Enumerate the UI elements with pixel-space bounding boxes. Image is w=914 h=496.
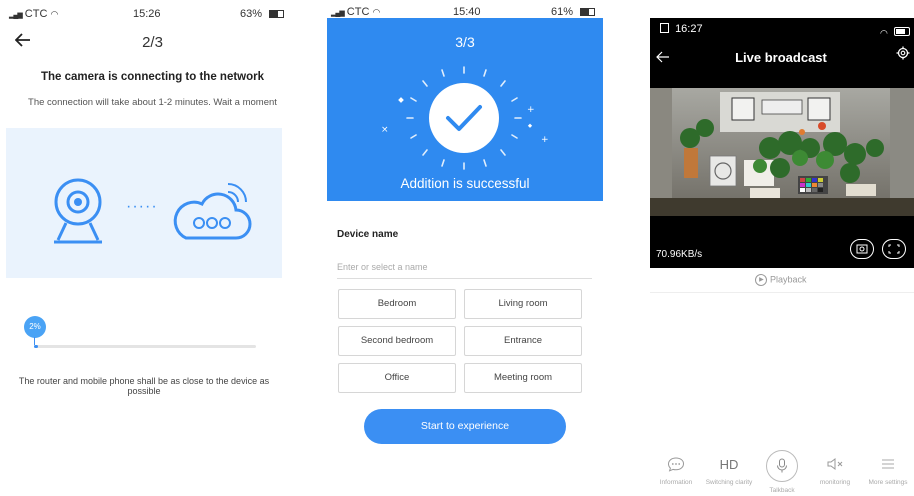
- status-icons: ◠: [880, 23, 911, 41]
- status-carrier: ▂▄▆ CTC ◠: [9, 8, 58, 20]
- connecting-screen: ▂▄▆ CTC ◠ 15:26 63% 2/3 The camera is co…: [0, 0, 305, 496]
- room-option-living-room[interactable]: Living room: [464, 289, 582, 319]
- cloud-icon: [173, 183, 252, 240]
- battery-label: 63%: [240, 8, 263, 20]
- status-carrier: ▂▄▆ CTC ◠: [331, 6, 380, 18]
- start-experience-button[interactable]: Start to experience: [364, 409, 566, 444]
- talkback-label: Talkback: [769, 487, 795, 494]
- expand-icon: [888, 244, 900, 254]
- playback-label: Playback: [769, 274, 807, 285]
- wifi-icon: ◠: [880, 28, 888, 38]
- status-bar: ▂▄▆ CTC ◠ 15:40 61%: [327, 0, 603, 18]
- chat-icon: [650, 452, 702, 476]
- video-feed[interactable]: [650, 88, 914, 216]
- screenshot-button[interactable]: [850, 239, 874, 259]
- divider: [650, 292, 914, 293]
- page-heading: The camera is connecting to the network: [40, 71, 265, 83]
- monitoring-label: monitoring: [819, 479, 851, 486]
- clarity-button[interactable]: HD Switching clarity: [703, 452, 755, 487]
- notification-icon: [660, 23, 669, 33]
- room-option-office[interactable]: Office: [338, 363, 456, 393]
- signal-icon: ▂▄▆: [9, 12, 23, 19]
- placement-note: The router and mobile phone shall be as …: [18, 376, 270, 396]
- step-indicator: 2/3: [142, 34, 163, 51]
- live-broadcast-screen: 16:27 ◠ Live broadcast 70.96KB/s ▶ Playb…: [648, 0, 914, 496]
- battery-icon: [580, 8, 596, 17]
- status-time: 15:40: [453, 6, 481, 18]
- bitrate-readout: 70.96KB/s: [656, 249, 703, 260]
- room-option-second-bedroom[interactable]: Second bedroom: [338, 326, 456, 356]
- fullscreen-button[interactable]: [882, 239, 906, 259]
- wifi-icon: ◠: [372, 7, 381, 17]
- room-option-meeting-room[interactable]: Meeting room: [464, 363, 582, 393]
- playback-link[interactable]: ▶ Playback: [648, 274, 914, 286]
- information-label: Information: [659, 479, 693, 486]
- talkback-button[interactable]: Talkback: [756, 450, 808, 494]
- svg-text:×: ×: [381, 125, 389, 135]
- progress-pointer: [34, 337, 35, 345]
- speaker-mute-icon: [809, 452, 861, 476]
- monitoring-button[interactable]: monitoring: [809, 452, 861, 486]
- playback-icon: ▶: [755, 274, 768, 286]
- wifi-icon: ◠: [50, 9, 59, 19]
- camera-icon: [856, 244, 868, 254]
- information-button[interactable]: Information: [650, 452, 702, 486]
- device-name-input[interactable]: [337, 256, 592, 279]
- progress-badge: 2%: [24, 316, 46, 338]
- svg-text:+: +: [527, 105, 535, 115]
- room-option-entrance[interactable]: Entrance: [464, 326, 582, 356]
- page-subheading: The connection will take about 1-2 minut…: [28, 97, 277, 108]
- svg-text:+: +: [541, 135, 549, 145]
- status-time: 15:26: [133, 8, 161, 20]
- status-battery: 61%: [551, 6, 596, 18]
- menu-icon: [862, 452, 914, 476]
- device-name-label: Device name: [337, 229, 399, 240]
- microphone-icon: [766, 450, 798, 482]
- signal-icon: ▂▄▆: [331, 10, 345, 17]
- page-title: Live broadcast: [735, 50, 827, 65]
- more-settings-button[interactable]: More settings: [862, 452, 914, 486]
- more-settings-label: More settings: [868, 479, 908, 486]
- progress-track: [34, 345, 256, 348]
- progress-fill: [34, 345, 38, 348]
- connection-illustration: ·····: [6, 128, 282, 278]
- hd-icon: HD: [719, 456, 739, 472]
- clarity-label: Switching clarity: [705, 479, 753, 486]
- carrier-label: CTC: [346, 6, 370, 18]
- gear-icon[interactable]: [896, 46, 910, 65]
- carrier-label: CTC: [24, 8, 48, 20]
- battery-icon: [894, 27, 911, 37]
- status-battery: 63%: [240, 8, 285, 20]
- connection-dots: ·····: [126, 198, 158, 215]
- success-screen: ▂▄▆ CTC ◠ 15:40 61% × + + 3/3 Addition i…: [327, 0, 603, 496]
- success-message: Addition is successful: [400, 176, 530, 191]
- talkback-ring: [756, 450, 808, 482]
- step-indicator: 3/3: [455, 34, 475, 50]
- status-time: 16:27: [660, 23, 703, 35]
- battery-label: 61%: [551, 6, 574, 18]
- battery-icon: [269, 10, 285, 19]
- time-label: 16:27: [675, 23, 703, 35]
- bottom-toolbar: Information HD Switching clarity Talkbac…: [650, 450, 914, 496]
- room-option-bedroom[interactable]: Bedroom: [338, 289, 456, 319]
